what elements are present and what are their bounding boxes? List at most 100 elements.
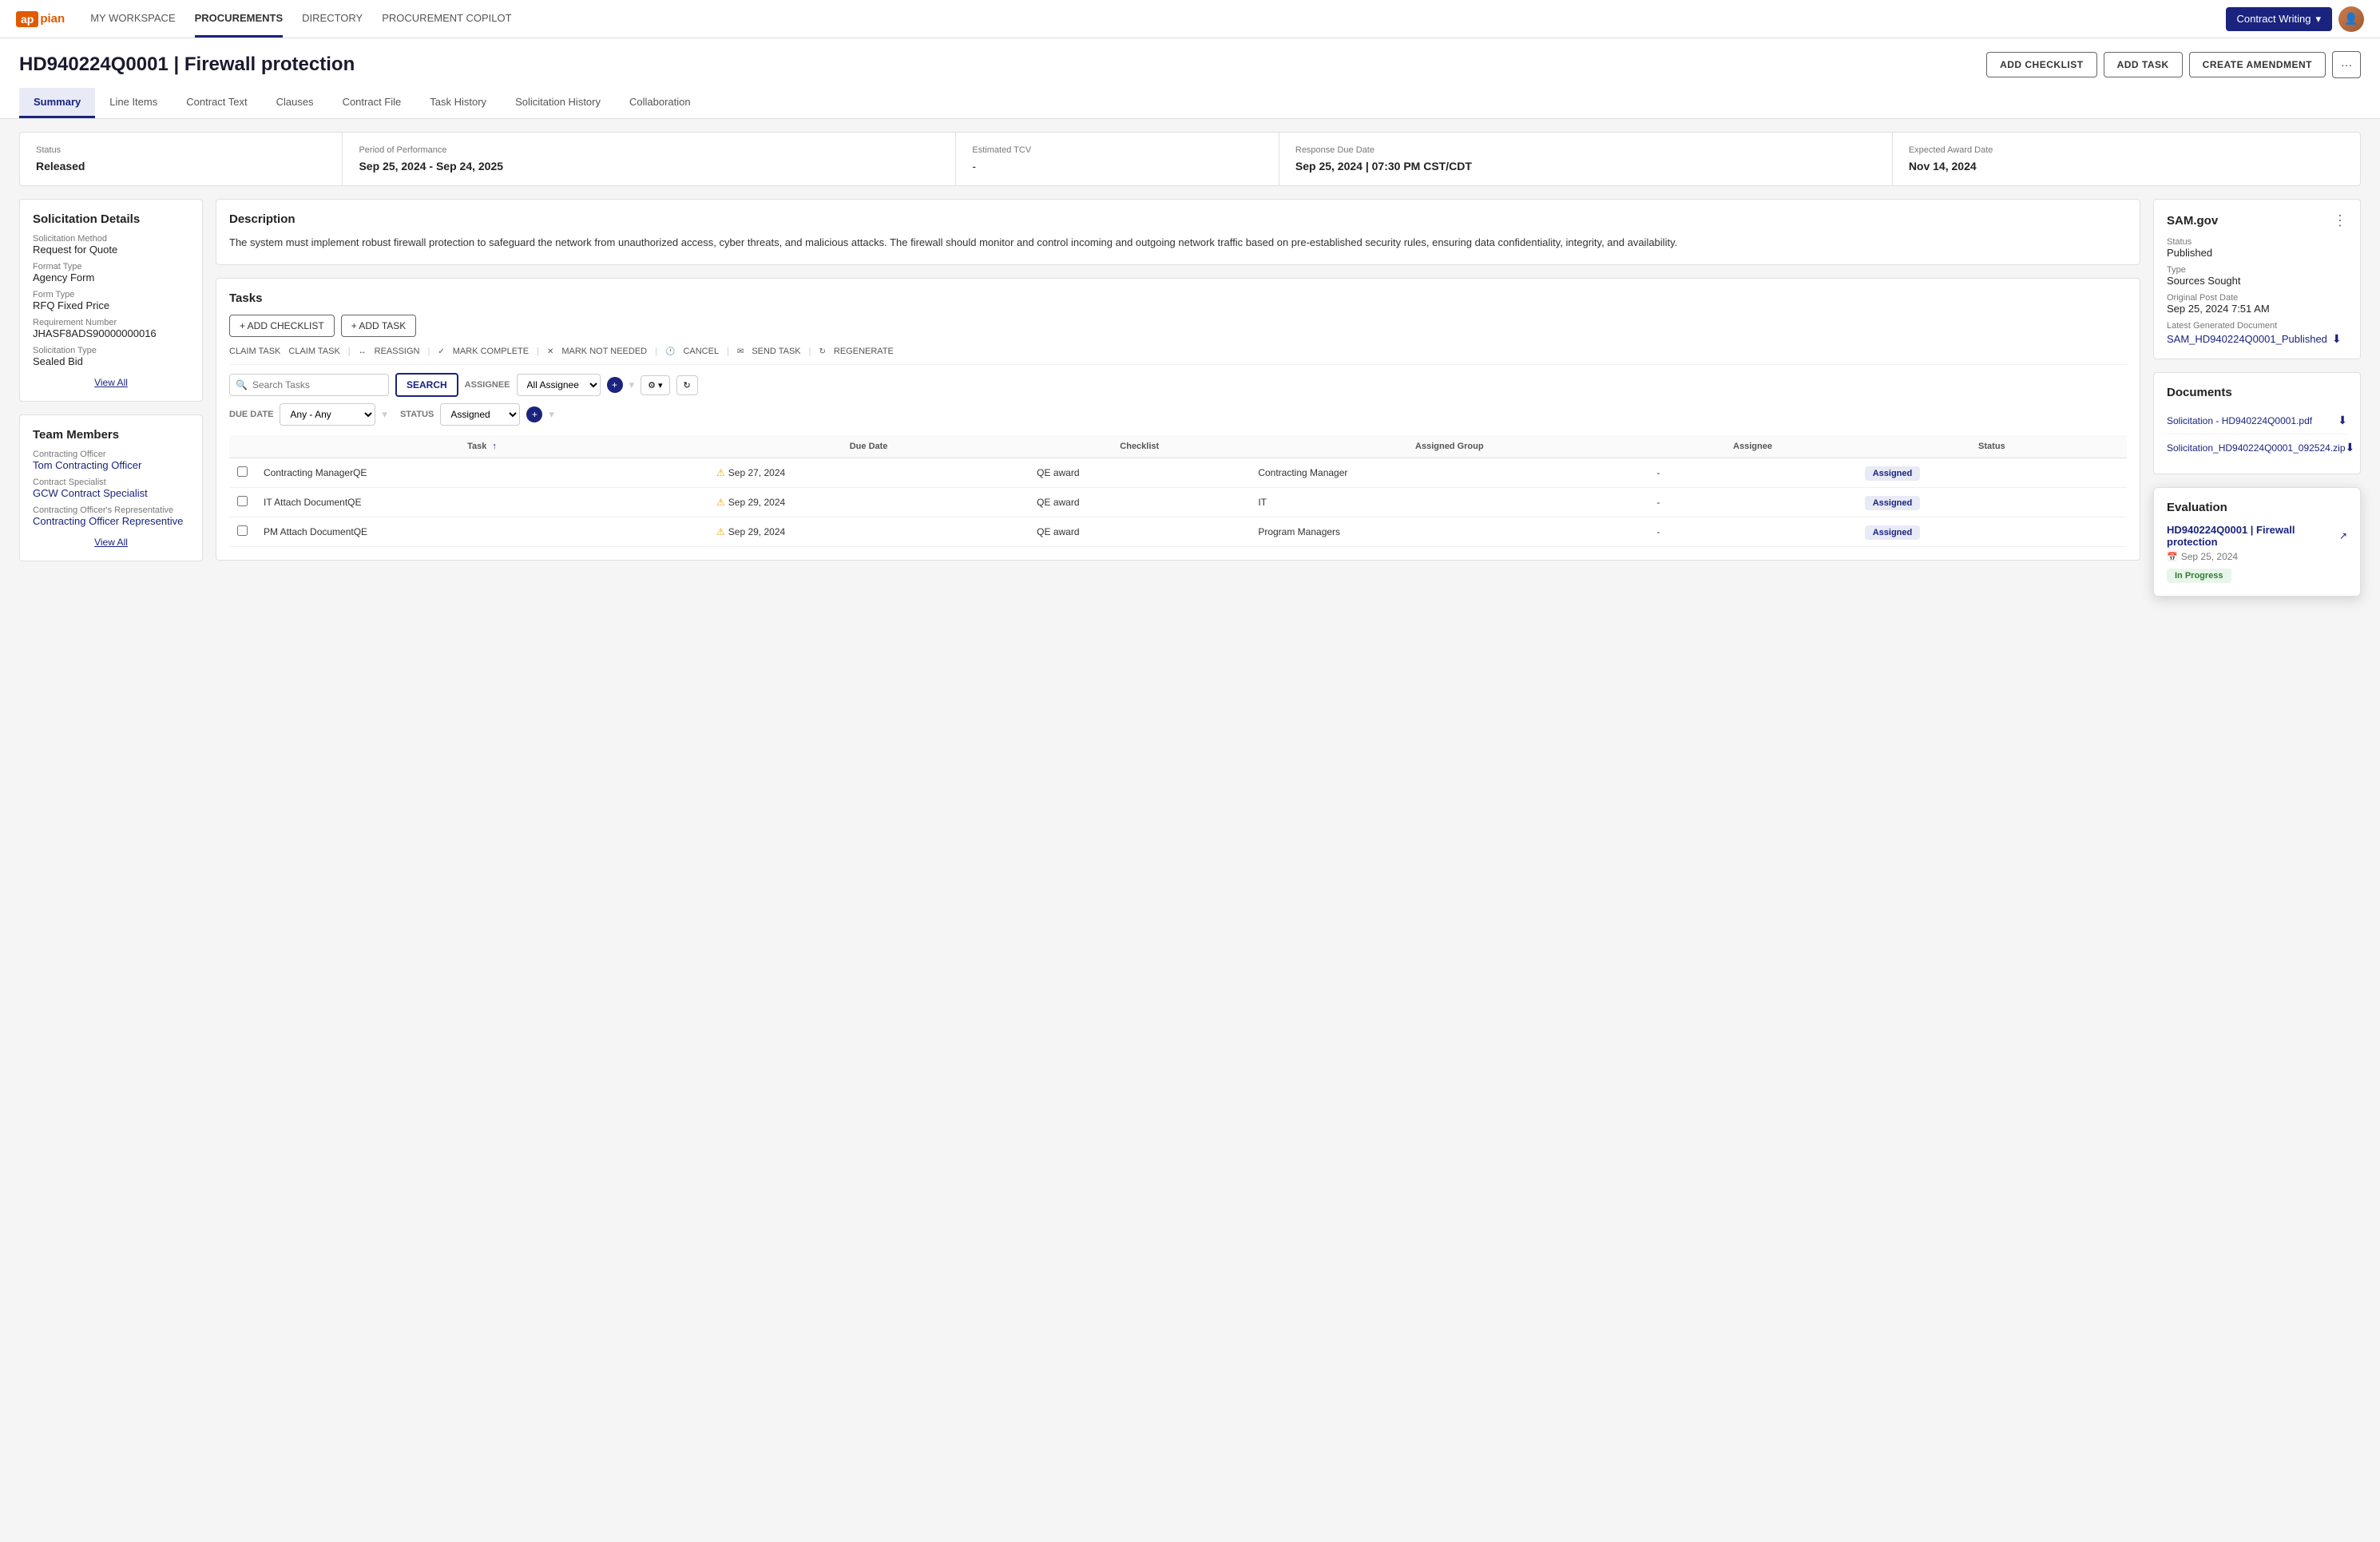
external-link-icon: ↗: [2339, 530, 2347, 541]
co-name[interactable]: Tom Contracting Officer: [33, 459, 141, 471]
award-value: Nov 14, 2024: [1909, 160, 2344, 172]
send-task-label[interactable]: SEND TASK: [752, 347, 800, 356]
task-search-button[interactable]: SEARCH: [395, 373, 458, 397]
table-row: PM Attach DocumentQE ⚠Sep 29, 2024 QE aw…: [229, 517, 2127, 547]
status-value: Released: [36, 160, 326, 172]
solicitation-details-title: Solicitation Details: [33, 212, 189, 226]
nav-directory[interactable]: DIRECTORY: [302, 1, 363, 38]
nav-procurements[interactable]: PROCUREMENTS: [195, 1, 284, 38]
tab-solicitation-history[interactable]: Solicitation History: [501, 88, 615, 118]
tasks-title: Tasks: [229, 291, 2127, 305]
task-table-status-header: Status: [1857, 435, 2127, 458]
task-table-task-header[interactable]: Task ↑: [256, 435, 708, 458]
sam-type-label: Type: [2167, 265, 2347, 275]
description-title: Description: [229, 212, 2127, 226]
row2-assignee: -: [1648, 488, 1856, 517]
doc-2-download-icon[interactable]: ⬇: [2346, 441, 2355, 454]
award-label: Expected Award Date: [1909, 145, 2344, 155]
tab-summary[interactable]: Summary: [19, 88, 95, 118]
req-label: Requirement Number: [33, 318, 189, 327]
task-table-due-date-header: Due Date: [708, 435, 1029, 458]
row3-due-date: ⚠Sep 29, 2024: [708, 517, 1029, 547]
regenerate-icon: ↻: [819, 347, 826, 356]
nav-procurement-copilot[interactable]: PROCUREMENT COPILOT: [382, 1, 511, 38]
tasks-card: Tasks + ADD CHECKLIST + ADD TASK CLAIM T…: [216, 278, 2140, 561]
tab-contract-text[interactable]: Contract Text: [172, 88, 261, 118]
sam-download-icon[interactable]: ⬇: [2332, 332, 2342, 346]
task-search-input[interactable]: [229, 374, 389, 396]
add-task-button[interactable]: ADD TASK: [2104, 52, 2183, 77]
row1-assigned-group: Contracting Manager: [1250, 458, 1648, 488]
row1-task: Contracting ManagerQE: [256, 458, 708, 488]
row3-checkbox-input[interactable]: [237, 525, 248, 536]
warning-icon: ⚠: [716, 526, 725, 537]
more-actions-button[interactable]: ···: [2332, 51, 2361, 78]
row2-checkbox-input[interactable]: [237, 496, 248, 506]
doc-1-name: Solicitation - HD940224Q0001.pdf: [2167, 415, 2312, 426]
create-amendment-button[interactable]: CREATE AMENDMENT: [2189, 52, 2326, 77]
evaluation-link[interactable]: HD940224Q0001 | Firewall protection: [2167, 524, 2334, 548]
tcv-label: Estimated TCV: [972, 145, 1262, 155]
task-search-row: 🔍 SEARCH ASSIGNEE All Assignee + ▾ ⚙ ▾ ↻: [229, 373, 2127, 397]
mark-complete-label[interactable]: MARK COMPLETE: [453, 347, 529, 356]
tab-line-items[interactable]: Line Items: [95, 88, 172, 118]
contract-writing-btn[interactable]: Contract Writing ▾: [2226, 7, 2333, 31]
tab-clauses[interactable]: Clauses: [262, 88, 328, 118]
claim-task-label[interactable]: CLAIM TASK: [288, 347, 339, 356]
task-table-checkbox-header: [229, 435, 256, 458]
documents-title: Documents: [2167, 386, 2347, 399]
row2-assigned-group: IT: [1250, 488, 1648, 517]
sam-type-value: Sources Sought: [2167, 275, 2347, 287]
topnav-right: Contract Writing ▾ 👤: [2226, 6, 2365, 32]
status-item-award: Expected Award Date Nov 14, 2024: [1893, 133, 2360, 185]
refresh-icon-btn[interactable]: ↻: [676, 375, 698, 395]
sam-post-date-label: Original Post Date: [2167, 293, 2347, 303]
nav-my-workspace[interactable]: MY WORKSPACE: [90, 1, 175, 38]
tcv-value: -: [972, 160, 1262, 172]
form-label: Form Type: [33, 290, 189, 299]
row1-status: Assigned: [1857, 458, 2127, 488]
doc-1-download-icon[interactable]: ⬇: [2338, 414, 2347, 427]
table-row: Contracting ManagerQE ⚠Sep 27, 2024 QE a…: [229, 458, 2127, 488]
status-filter-select[interactable]: Assigned: [440, 403, 520, 426]
add-checklist-button[interactable]: ADD CHECKLIST: [1986, 52, 2097, 77]
team-members-card: Team Members Contracting Officer Tom Con…: [19, 414, 203, 561]
regenerate-label[interactable]: REGENERATE: [834, 347, 894, 356]
row2-task: IT Attach DocumentQE: [256, 488, 708, 517]
period-label: Period of Performance: [359, 145, 939, 155]
sol-view-all-link[interactable]: View All: [33, 377, 189, 388]
avatar[interactable]: 👤: [2338, 6, 2364, 32]
status-badge: Assigned: [1865, 496, 1921, 510]
filter-icon-btn[interactable]: ⚙ ▾: [641, 375, 669, 395]
status-item-response-due: Response Due Date Sep 25, 2024 | 07:30 P…: [1279, 133, 1893, 185]
row3-assignee: -: [1648, 517, 1856, 547]
tab-collaboration[interactable]: Collaboration: [615, 88, 705, 118]
due-date-select[interactable]: Any - Any: [280, 403, 375, 426]
tasks-add-checklist-button[interactable]: + ADD CHECKLIST: [229, 315, 335, 337]
assignee-plus-icon[interactable]: +: [607, 377, 623, 393]
assignee-filter-select[interactable]: All Assignee: [517, 374, 601, 396]
tab-task-history[interactable]: Task History: [415, 88, 501, 118]
logo[interactable]: ap pian: [16, 11, 65, 27]
page-title: HD940224Q0001 | Firewall protection: [19, 54, 355, 76]
cs-label: Contract Specialist: [33, 478, 189, 487]
tasks-add-task-button[interactable]: + ADD TASK: [341, 315, 417, 337]
form-value: RFQ Fixed Price: [33, 299, 189, 311]
sam-gov-menu-icon[interactable]: ⋮: [2333, 212, 2347, 229]
status-badge: Assigned: [1865, 525, 1921, 540]
cs-name[interactable]: GCW Contract Specialist: [33, 487, 148, 499]
status-plus-icon[interactable]: +: [526, 406, 542, 422]
cor-name[interactable]: Contracting Officer Representive: [33, 515, 183, 527]
claim-task-action[interactable]: CLAIM TASK: [229, 347, 280, 356]
mark-not-needed-label[interactable]: MARK NOT NEEDED: [561, 347, 647, 356]
main-nav: MY WORKSPACE PROCUREMENTS DIRECTORY PROC…: [90, 1, 2225, 38]
task-filter-row: DUE DATE Any - Any ▾ STATUS Assigned + ▾: [229, 403, 2127, 426]
row1-checkbox-input[interactable]: [237, 466, 248, 477]
sam-gov-title: SAM.gov: [2167, 214, 2218, 228]
search-icon: 🔍: [236, 379, 248, 390]
reassign-label[interactable]: REASSIGN: [375, 347, 420, 356]
cancel-label[interactable]: CANCEL: [683, 347, 719, 356]
topnav: ap pian MY WORKSPACE PROCUREMENTS DIRECT…: [0, 0, 2380, 38]
team-view-all-link[interactable]: View All: [33, 537, 189, 548]
tab-contract-file[interactable]: Contract File: [328, 88, 416, 118]
